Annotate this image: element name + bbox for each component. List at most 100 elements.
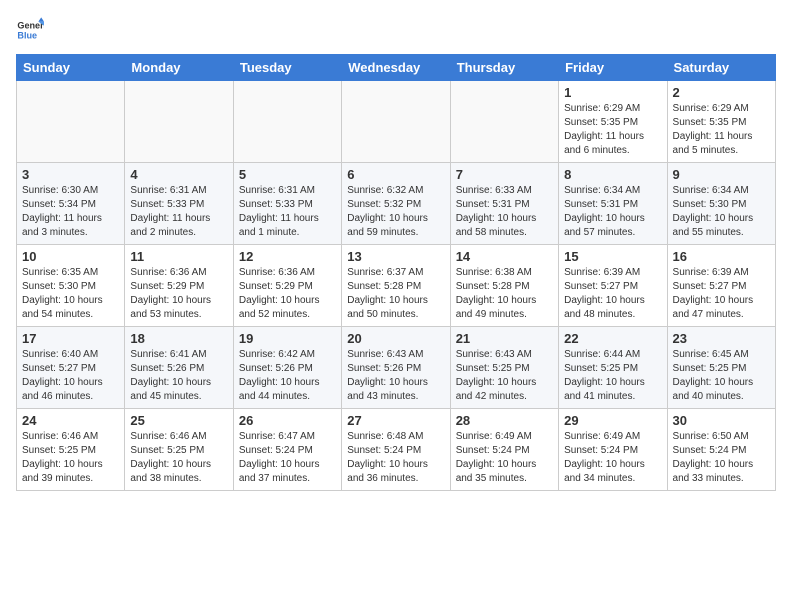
weekday-header-row: SundayMondayTuesdayWednesdayThursdayFrid… [17,55,776,81]
calendar-cell: 5 Sunrise: 6:31 AM Sunset: 5:33 PM Daylig… [233,163,341,245]
day-number: 24 [22,413,119,428]
calendar-cell: 17 Sunrise: 6:40 AM Sunset: 5:27 PM Dayli… [17,327,125,409]
day-number: 12 [239,249,336,264]
day-number: 5 [239,167,336,182]
page-header: General Blue [16,16,776,44]
calendar-week-2: 3 Sunrise: 6:30 AM Sunset: 5:34 PM Daylig… [17,163,776,245]
calendar-cell: 10 Sunrise: 6:35 AM Sunset: 5:30 PM Dayli… [17,245,125,327]
calendar-cell: 26 Sunrise: 6:47 AM Sunset: 5:24 PM Dayli… [233,409,341,491]
day-info: Sunrise: 6:31 AM Sunset: 5:33 PM Dayligh… [130,184,227,240]
calendar-cell [125,81,233,163]
calendar-cell: 12 Sunrise: 6:36 AM Sunset: 5:29 PM Dayli… [233,245,341,327]
calendar-cell: 4 Sunrise: 6:31 AM Sunset: 5:33 PM Daylig… [125,163,233,245]
day-number: 23 [673,331,770,346]
day-info: Sunrise: 6:30 AM Sunset: 5:34 PM Dayligh… [22,184,119,240]
calendar-cell: 8 Sunrise: 6:34 AM Sunset: 5:31 PM Daylig… [559,163,667,245]
day-number: 3 [22,167,119,182]
calendar-cell: 1 Sunrise: 6:29 AM Sunset: 5:35 PM Daylig… [559,81,667,163]
day-number: 1 [564,85,661,100]
day-number: 10 [22,249,119,264]
day-number: 18 [130,331,227,346]
calendar-week-5: 24 Sunrise: 6:46 AM Sunset: 5:25 PM Dayli… [17,409,776,491]
day-number: 15 [564,249,661,264]
calendar-cell: 11 Sunrise: 6:36 AM Sunset: 5:29 PM Dayli… [125,245,233,327]
day-info: Sunrise: 6:39 AM Sunset: 5:27 PM Dayligh… [564,266,661,322]
calendar-cell: 7 Sunrise: 6:33 AM Sunset: 5:31 PM Daylig… [450,163,558,245]
day-info: Sunrise: 6:49 AM Sunset: 5:24 PM Dayligh… [564,430,661,486]
day-number: 29 [564,413,661,428]
day-info: Sunrise: 6:35 AM Sunset: 5:30 PM Dayligh… [22,266,119,322]
calendar-cell: 23Sunrise: 6:45 AM Sunset: 5:25 PM Dayli… [667,327,775,409]
day-info: Sunrise: 6:50 AM Sunset: 5:24 PM Dayligh… [673,430,770,486]
day-info: Sunrise: 6:32 AM Sunset: 5:32 PM Dayligh… [347,184,444,240]
calendar-cell [17,81,125,163]
logo: General Blue [16,16,44,44]
day-number: 7 [456,167,553,182]
day-info: Sunrise: 6:29 AM Sunset: 5:35 PM Dayligh… [673,102,770,158]
day-info: Sunrise: 6:42 AM Sunset: 5:26 PM Dayligh… [239,348,336,404]
calendar-cell [233,81,341,163]
day-info: Sunrise: 6:48 AM Sunset: 5:24 PM Dayligh… [347,430,444,486]
day-info: Sunrise: 6:37 AM Sunset: 5:28 PM Dayligh… [347,266,444,322]
calendar-cell: 21 Sunrise: 6:43 AM Sunset: 5:25 PM Dayli… [450,327,558,409]
day-info: Sunrise: 6:46 AM Sunset: 5:25 PM Dayligh… [130,430,227,486]
calendar-cell: 14 Sunrise: 6:38 AM Sunset: 5:28 PM Dayli… [450,245,558,327]
day-number: 13 [347,249,444,264]
calendar-cell: 28 Sunrise: 6:49 AM Sunset: 5:24 PM Dayli… [450,409,558,491]
calendar-cell: 13 Sunrise: 6:37 AM Sunset: 5:28 PM Dayli… [342,245,450,327]
day-number: 22 [564,331,661,346]
day-info: Sunrise: 6:49 AM Sunset: 5:24 PM Dayligh… [456,430,553,486]
calendar-cell: 18 Sunrise: 6:41 AM Sunset: 5:26 PM Dayli… [125,327,233,409]
calendar-cell [450,81,558,163]
calendar-table: SundayMondayTuesdayWednesdayThursdayFrid… [16,54,776,491]
calendar-cell: 20 Sunrise: 6:43 AM Sunset: 5:26 PM Dayli… [342,327,450,409]
day-info: Sunrise: 6:34 AM Sunset: 5:31 PM Dayligh… [564,184,661,240]
day-info: Sunrise: 6:40 AM Sunset: 5:27 PM Dayligh… [22,348,119,404]
calendar-cell: 25Sunrise: 6:46 AM Sunset: 5:25 PM Dayli… [125,409,233,491]
day-info: Sunrise: 6:36 AM Sunset: 5:29 PM Dayligh… [239,266,336,322]
day-info: Sunrise: 6:47 AM Sunset: 5:24 PM Dayligh… [239,430,336,486]
day-number: 27 [347,413,444,428]
day-info: Sunrise: 6:41 AM Sunset: 5:26 PM Dayligh… [130,348,227,404]
day-info: Sunrise: 6:31 AM Sunset: 5:33 PM Dayligh… [239,184,336,240]
calendar-week-1: 1 Sunrise: 6:29 AM Sunset: 5:35 PM Daylig… [17,81,776,163]
calendar-week-4: 17 Sunrise: 6:40 AM Sunset: 5:27 PM Dayli… [17,327,776,409]
calendar-cell: 6 Sunrise: 6:32 AM Sunset: 5:32 PM Daylig… [342,163,450,245]
day-info: Sunrise: 6:34 AM Sunset: 5:30 PM Dayligh… [673,184,770,240]
day-info: Sunrise: 6:29 AM Sunset: 5:35 PM Dayligh… [564,102,661,158]
day-number: 20 [347,331,444,346]
day-number: 17 [22,331,119,346]
day-info: Sunrise: 6:39 AM Sunset: 5:27 PM Dayligh… [673,266,770,322]
day-number: 4 [130,167,227,182]
weekday-header-thursday: Thursday [450,55,558,81]
calendar-cell: 15 Sunrise: 6:39 AM Sunset: 5:27 PM Dayli… [559,245,667,327]
day-number: 6 [347,167,444,182]
weekday-header-saturday: Saturday [667,55,775,81]
calendar-cell: 19Sunrise: 6:42 AM Sunset: 5:26 PM Dayli… [233,327,341,409]
day-info: Sunrise: 6:36 AM Sunset: 5:29 PM Dayligh… [130,266,227,322]
calendar-cell: 22 Sunrise: 6:44 AM Sunset: 5:25 PM Dayli… [559,327,667,409]
day-number: 28 [456,413,553,428]
day-number: 14 [456,249,553,264]
day-number: 30 [673,413,770,428]
day-info: Sunrise: 6:44 AM Sunset: 5:25 PM Dayligh… [564,348,661,404]
day-number: 11 [130,249,227,264]
weekday-header-tuesday: Tuesday [233,55,341,81]
calendar-week-3: 10 Sunrise: 6:35 AM Sunset: 5:30 PM Dayli… [17,245,776,327]
weekday-header-sunday: Sunday [17,55,125,81]
day-info: Sunrise: 6:38 AM Sunset: 5:28 PM Dayligh… [456,266,553,322]
day-number: 8 [564,167,661,182]
calendar-cell: 24Sunrise: 6:46 AM Sunset: 5:25 PM Dayli… [17,409,125,491]
day-number: 21 [456,331,553,346]
calendar-cell: 27 Sunrise: 6:48 AM Sunset: 5:24 PM Dayli… [342,409,450,491]
day-number: 2 [673,85,770,100]
day-info: Sunrise: 6:43 AM Sunset: 5:25 PM Dayligh… [456,348,553,404]
day-number: 16 [673,249,770,264]
calendar-cell: 30 Sunrise: 6:50 AM Sunset: 5:24 PM Dayli… [667,409,775,491]
calendar-cell: 3 Sunrise: 6:30 AM Sunset: 5:34 PM Daylig… [17,163,125,245]
day-info: Sunrise: 6:43 AM Sunset: 5:26 PM Dayligh… [347,348,444,404]
calendar-cell: 2 Sunrise: 6:29 AM Sunset: 5:35 PM Daylig… [667,81,775,163]
day-number: 26 [239,413,336,428]
day-info: Sunrise: 6:33 AM Sunset: 5:31 PM Dayligh… [456,184,553,240]
logo-icon: General Blue [16,16,44,44]
